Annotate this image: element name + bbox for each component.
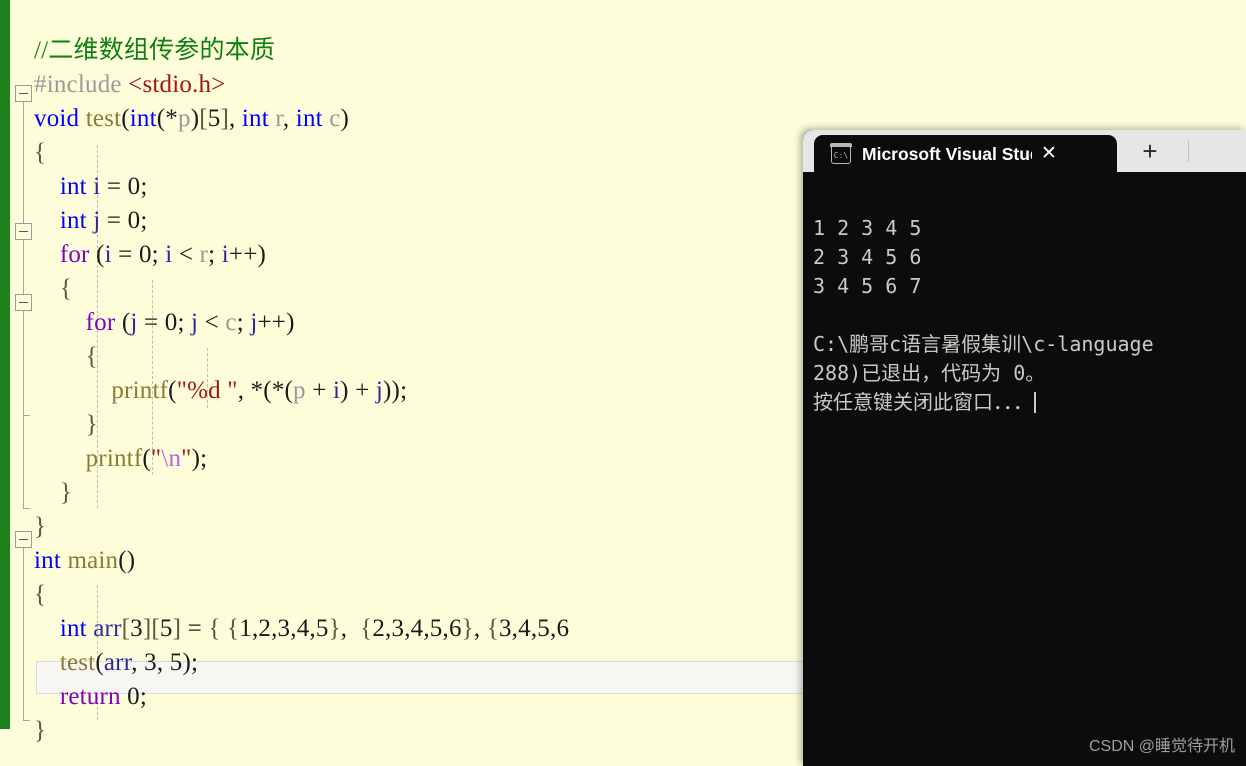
fold-toggle-outer-for[interactable] [15, 223, 32, 240]
console-titlebar[interactable]: C:\ Microsoft Visual Studio 调试控 ✕ + [803, 130, 1246, 172]
fold-region-line [23, 240, 24, 294]
console-window[interactable]: C:\ Microsoft Visual Studio 调试控 ✕ + 1 2 … [803, 130, 1246, 766]
unsaved-changes-margin [0, 0, 10, 729]
fold-region-line [23, 102, 24, 223]
console-line-prompt: 按任意键关闭此窗口．．． [813, 388, 1246, 417]
console-line-path: C:\鹏哥c语言暑假集训\c-language [813, 332, 1154, 356]
fold-toggle-main-function[interactable] [15, 531, 32, 548]
console-line: 3 4 5 6 7 [813, 274, 922, 298]
console-tab-active[interactable]: C:\ Microsoft Visual Studio 调试控 ✕ [814, 135, 1117, 172]
close-icon[interactable]: ✕ [1038, 143, 1060, 165]
fold-region-end [23, 720, 30, 721]
tab-separator [1188, 141, 1189, 162]
preprocessor-directive: #include [34, 71, 122, 98]
console-output[interactable]: 1 2 3 4 5 2 3 4 5 6 3 4 5 6 7 C:\鹏哥c语言暑假集训… [803, 172, 1246, 766]
code-comment: //二维数组传参的本质 [34, 37, 276, 64]
code-line-1: //二维数组传参的本质 [34, 34, 1246, 68]
console-icon: C:\ [830, 142, 852, 164]
console-line-exitcode: 288)已退出，代码为 0。 [813, 361, 1046, 385]
console-prompt-text: 按任意键关闭此窗口．．． [813, 390, 1033, 414]
new-tab-button[interactable]: + [1128, 135, 1172, 167]
code-line-2: #include <stdio.h> [34, 68, 1246, 102]
fold-toggle-test-function[interactable] [15, 85, 32, 102]
fold-region-end [23, 508, 30, 509]
include-header: <stdio.h> [128, 71, 226, 98]
console-line: 2 3 4 5 6 [813, 245, 922, 269]
fold-region-line [23, 415, 24, 508]
fold-region-line [23, 548, 24, 720]
fold-region-end [23, 415, 30, 416]
console-tab-title: Microsoft Visual Studio 调试控 [862, 144, 1032, 164]
watermark: CSDN @睡觉待开机 [1088, 738, 1235, 755]
fold-region-line [23, 311, 24, 415]
console-cursor [1034, 392, 1036, 413]
console-line-blank [813, 301, 1246, 330]
console-line: 1 2 3 4 5 [813, 216, 922, 240]
fold-toggle-inner-for[interactable] [15, 294, 32, 311]
